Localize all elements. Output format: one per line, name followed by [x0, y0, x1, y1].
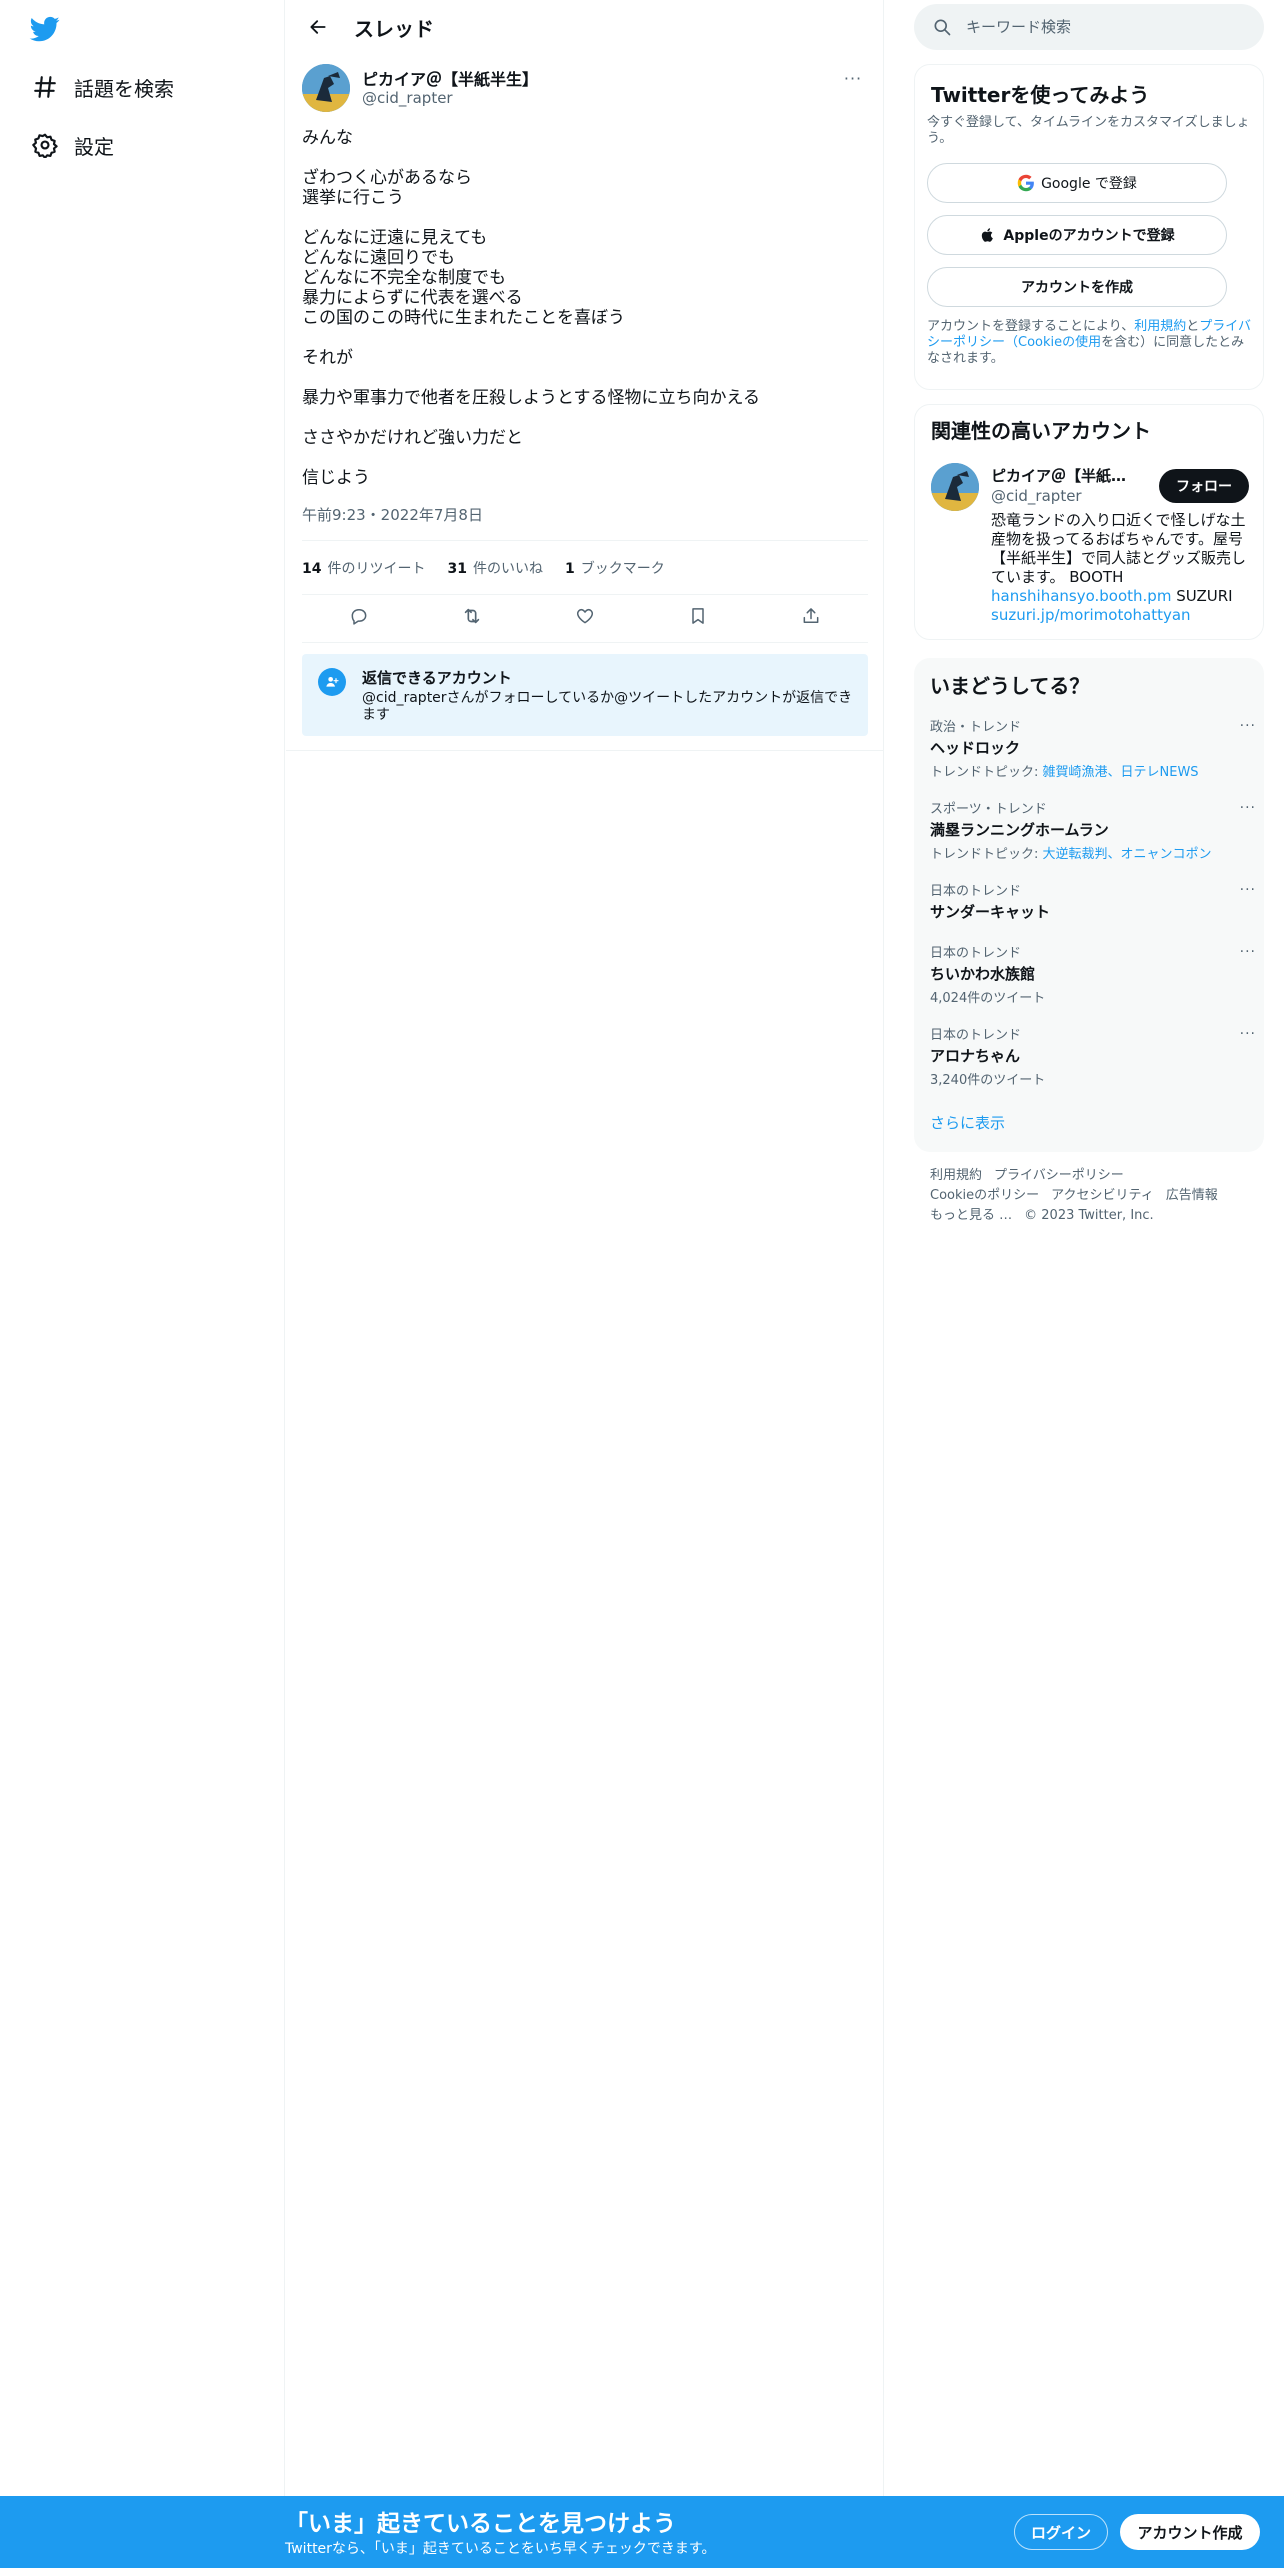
related-accounts-title: 関連性の高いアカウント: [931, 419, 1151, 443]
like-count[interactable]: 31 件のいいね: [447, 558, 542, 578]
trend-item[interactable]: 日本のトレンド アロナちゃん 3,240件のツイート ···: [930, 1024, 1255, 1088]
nav-explore[interactable]: 話題を検索: [30, 67, 174, 107]
terms-link[interactable]: 利用規約: [1134, 319, 1186, 334]
share-icon[interactable]: [794, 599, 828, 633]
signup-banner: 「いま」起きていることを見つけよう Twitterなら、「いま」起きていることを…: [0, 2496, 1284, 2568]
trends-title: いまどうしてる？: [930, 674, 1090, 698]
tweet-stats: 14 件のリツイート 31 件のいいね 1 ブックマーク: [302, 558, 665, 578]
divider: [302, 642, 868, 643]
divider: [286, 750, 884, 751]
cookie-link[interactable]: Cookieの使用: [1018, 335, 1101, 350]
related-account-handle[interactable]: @cid_rapter: [991, 487, 1082, 505]
google-signup-label: Google で登録: [1041, 176, 1137, 192]
related-account-name[interactable]: ピカイア＠【半紙半生】: [991, 465, 1141, 486]
author-name[interactable]: ピカイア＠【半紙半生】: [362, 66, 538, 90]
author-handle[interactable]: @cid_rapter: [362, 89, 453, 107]
related-account-avatar[interactable]: [931, 463, 979, 511]
footer-more-link[interactable]: もっと見る …: [930, 1206, 1012, 1226]
nav-explore-label: 話題を検索: [74, 76, 174, 101]
footer-link[interactable]: プライバシーポリシー: [994, 1166, 1124, 1186]
google-icon: [1017, 174, 1035, 192]
reply-restriction-text: @cid_rapterさんがフォローしているか@ツイートしたアカウントが返信でき…: [362, 690, 853, 723]
reply-restriction-notice: 返信できるアカウント @cid_rapterさんがフォローしているか@ツイートし…: [302, 654, 868, 736]
signup-terms: アカウントを登録することにより、利用規約とプライバシーポリシー（Cookieの使…: [927, 319, 1252, 366]
trend-item[interactable]: 日本のトレンド サンダーキャット ···: [930, 880, 1255, 922]
footer-link[interactable]: アクセシビリティ: [1051, 1186, 1154, 1206]
left-nav: 話題を検索 設定: [0, 0, 285, 2496]
retweet-icon[interactable]: [455, 599, 489, 633]
apple-icon: [979, 226, 997, 244]
tweet-paragraph: ざわつく心があるなら 選挙に行こう: [302, 168, 472, 208]
trend-item[interactable]: 政治・トレンド ヘッドロック トレンドトピック: 雑賀崎漁港、日テレNEWS ·…: [930, 716, 1255, 780]
tweet-paragraph: みんな: [302, 128, 353, 148]
signup-button[interactable]: アカウント作成: [1120, 2514, 1260, 2550]
nav-settings-label: 設定: [74, 134, 114, 159]
reply-icon[interactable]: [342, 599, 376, 633]
follow-button[interactable]: フォロー: [1159, 469, 1249, 503]
twitter-logo-icon[interactable]: [28, 14, 62, 44]
footer-link[interactable]: 広告情報: [1166, 1186, 1218, 1206]
divider: [302, 594, 868, 595]
footer-link[interactable]: Cookieのポリシー: [930, 1186, 1039, 1206]
divider: [302, 540, 868, 541]
create-account-button[interactable]: アカウントを作成: [927, 267, 1227, 307]
more-options-icon[interactable]: ···: [1240, 882, 1256, 898]
tweet-text: みんな ざわつく心があるなら 選挙に行こう どんなに迂遠に見えても どんなに遠回りで…: [302, 128, 868, 508]
more-options-icon[interactable]: ···: [1240, 1026, 1256, 1042]
more-options-icon[interactable]: ···: [1240, 944, 1256, 960]
like-icon[interactable]: [568, 599, 602, 633]
signup-card: Twitterを使ってみよう 今すぐ登録して、タイムラインをカスタマイズしましょ…: [914, 64, 1264, 390]
footer-link[interactable]: 利用規約: [930, 1166, 982, 1186]
footer-links: 利用規約 プライバシーポリシー Cookieのポリシー アクセシビリティ 広告情報 も…: [930, 1166, 1260, 1226]
banner-title: 「いま」起きていることを見つけよう: [285, 2511, 676, 2537]
gear-icon: [30, 130, 60, 160]
login-button[interactable]: ログイン: [1014, 2514, 1108, 2550]
retweet-count[interactable]: 14 件のリツイート: [302, 558, 425, 578]
apple-signup-button[interactable]: Appleのアカウントで登録: [927, 215, 1227, 255]
nav-settings[interactable]: 設定: [30, 125, 114, 165]
tweet-actions: [302, 600, 868, 632]
search-icon: [932, 17, 952, 37]
create-account-label: アカウントを作成: [1021, 280, 1133, 296]
tweet-paragraph: どんなに迂遠に見えても どんなに遠回りでも どんなに不完全な制度でも 暴力によらずに代…: [302, 228, 625, 328]
trend-item[interactable]: スポーツ・トレンド 満塁ランニングホームラン トレンドトピック: 大逆転裁判、オ…: [930, 798, 1255, 862]
more-options-icon[interactable]: ···: [1240, 718, 1256, 734]
signup-card-subtitle: 今すぐ登録して、タイムラインをカスタマイズしましょう。: [927, 115, 1250, 146]
tweet-paragraph: ささやかだけれど強い力だと: [302, 428, 523, 448]
suzuri-link[interactable]: suzuri.jp/morimotohattyan: [991, 606, 1191, 624]
copyright: © 2023 Twitter, Inc.: [1024, 1208, 1154, 1223]
related-account-bio: 恐竜ランドの入り口近くで怪しげな土産物を扱ってるおばちゃんです。屋号【半紙半生】…: [991, 511, 1247, 624]
google-signup-button[interactable]: Google で登録: [927, 163, 1227, 203]
reply-restriction-title: 返信できるアカウント: [362, 669, 512, 687]
tweet-timestamp[interactable]: 午前9:23・2022年7月8日: [302, 504, 483, 525]
booth-link[interactable]: hanshihansyo.booth.pm: [991, 587, 1171, 605]
tweet-paragraph: 信じよう: [302, 468, 370, 488]
more-options-icon[interactable]: ···: [838, 66, 868, 90]
search-input[interactable]: [966, 18, 1246, 36]
tweet-paragraph: それが: [302, 348, 353, 368]
search-bar[interactable]: [914, 4, 1264, 50]
back-arrow-icon[interactable]: [300, 9, 336, 45]
banner-subtitle: Twitterなら、「いま」起きていることをいち早くチェックできます。: [285, 2541, 716, 2557]
page-title: スレッド: [354, 16, 434, 41]
tweet-paragraph: 暴力や軍事力で他者を圧殺しようとする怪物に立ち向かえる: [302, 388, 760, 408]
hashtag-icon: [30, 72, 60, 102]
trend-item[interactable]: 日本のトレンド ちいかわ水族館 4,024件のツイート ···: [930, 942, 1255, 1006]
thread-column: スレッド ピカイア＠【半紙半生】 @cid_rapter ··· みんな ざわつ…: [286, 0, 884, 2496]
author-avatar[interactable]: [302, 64, 350, 112]
signup-card-title: Twitterを使ってみよう: [931, 83, 1150, 107]
person-icon: [318, 668, 346, 696]
related-accounts-card: 関連性の高いアカウント ピカイア＠【半紙半生】 @cid_rapter フォロー…: [914, 404, 1264, 640]
bookmark-count[interactable]: 1 ブックマーク: [565, 558, 665, 578]
apple-signup-label: Appleのアカウントで登録: [1003, 228, 1175, 244]
show-more-link[interactable]: さらに表示: [930, 1112, 1005, 1133]
trends-card: いまどうしてる？ 政治・トレンド ヘッドロック トレンドトピック: 雑賀崎漁港、…: [914, 658, 1264, 1152]
more-options-icon[interactable]: ···: [1240, 800, 1256, 816]
thread-header: スレッド: [286, 0, 884, 54]
bookmark-icon[interactable]: [681, 599, 715, 633]
